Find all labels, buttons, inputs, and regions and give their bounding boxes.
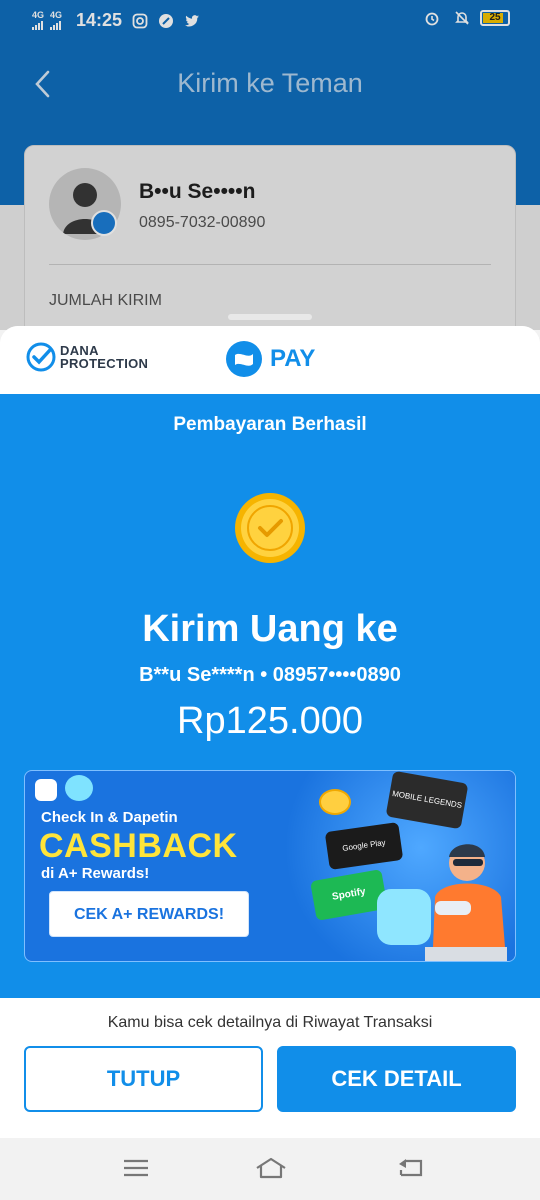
check-detail-button[interactable]: CEK DETAIL — [277, 1046, 516, 1112]
success-check-coin-icon — [235, 493, 305, 563]
recipient-info: B**u Se****n • 08957••••0890 — [139, 664, 401, 686]
back-icon[interactable] — [396, 1156, 426, 1180]
rewards-banner[interactable]: Check In & Dapetin CASHBACK di A+ Reward… — [24, 770, 516, 962]
send-title: Kirim Uang ke — [142, 608, 398, 650]
success-title: Pembayaran Berhasil — [173, 414, 367, 435]
protection-line2: PROTECTION — [60, 356, 149, 371]
transaction-hint: Kamu bisa cek detailnya di Riwayat Trans… — [107, 1014, 433, 1031]
banner-headline: CASHBACK — [39, 827, 238, 865]
cek-rewards-button[interactable]: CEK A+ REWARDS! — [49, 891, 249, 937]
banner-line2: di A+ Rewards! — [41, 865, 150, 882]
dana-small-icon — [35, 779, 57, 801]
dim-overlay[interactable] — [0, 0, 540, 330]
home-icon[interactable] — [254, 1156, 288, 1180]
mascot-icon — [65, 775, 93, 801]
gamer-illustration — [425, 844, 507, 961]
banner-line1: Check In & Dapetin — [41, 809, 178, 826]
close-button[interactable]: TUTUP — [24, 1046, 263, 1112]
transfer-amount: Rp125.000 — [177, 700, 363, 742]
sheet-drag-handle[interactable] — [228, 314, 312, 320]
pay-label: PAY — [270, 345, 316, 372]
system-nav-bar — [0, 1138, 540, 1200]
menu-icon[interactable] — [121, 1156, 151, 1180]
dana-protection-logo: DANA PROTECTION — [26, 342, 148, 372]
payment-result-sheet: DANA PROTECTION PAY Pembayaran Berhasil … — [0, 326, 540, 1138]
dana-icon — [226, 341, 262, 377]
robot-mascot — [377, 889, 431, 945]
success-panel: Pembayaran Berhasil Kirim Uang ke B**u S… — [0, 394, 540, 998]
sheet-header: DANA PROTECTION PAY — [0, 326, 540, 394]
dana-pay-logo: PAY — [226, 341, 315, 377]
shield-check-icon — [26, 342, 56, 372]
coin-icon — [319, 789, 351, 815]
